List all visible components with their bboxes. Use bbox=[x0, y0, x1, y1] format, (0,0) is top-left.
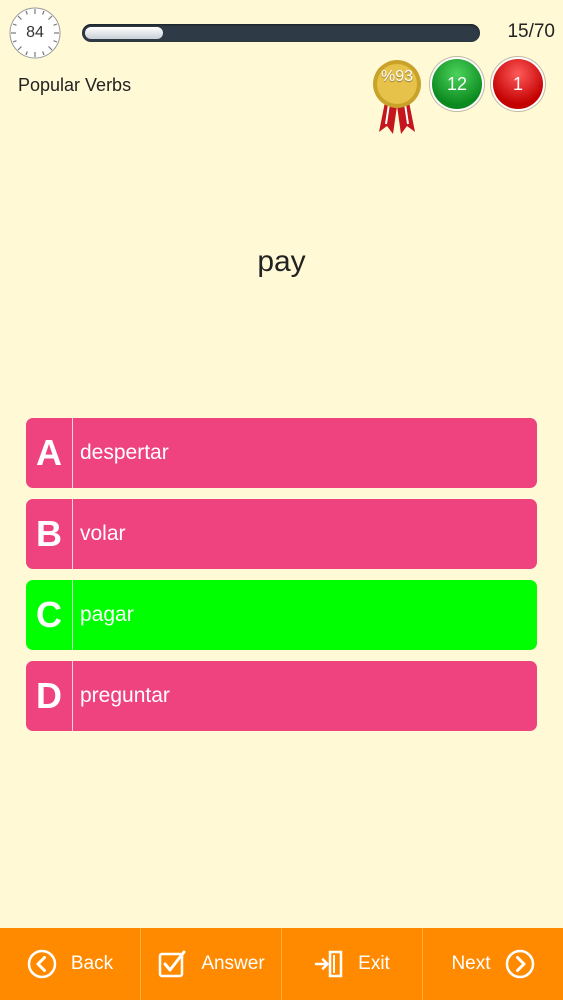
exit-door-icon bbox=[314, 950, 343, 978]
progress-bar bbox=[82, 24, 480, 42]
option-text: volar bbox=[80, 522, 126, 545]
option-divider bbox=[72, 580, 73, 650]
correct-count-badge: 12 bbox=[432, 59, 482, 109]
option-text: pagar bbox=[80, 603, 134, 626]
option-divider bbox=[72, 418, 73, 488]
chevron-left-circle-icon bbox=[27, 949, 57, 979]
score-medal: %93 bbox=[367, 58, 427, 136]
next-label: Next bbox=[451, 953, 491, 974]
question-word: pay bbox=[257, 245, 306, 278]
bottom-toolbar: Back Answer Exit Next bbox=[0, 928, 563, 1000]
option-text: despertar bbox=[80, 441, 169, 464]
progress-fill bbox=[85, 27, 163, 39]
option-c[interactable]: C pagar bbox=[26, 580, 537, 650]
answer-button[interactable]: Answer bbox=[141, 928, 282, 1000]
timer-value: 84 bbox=[26, 24, 44, 41]
option-text: preguntar bbox=[80, 684, 170, 707]
option-letter: C bbox=[36, 594, 62, 635]
score-percent: %93 bbox=[380, 68, 414, 85]
answer-label: Answer bbox=[201, 953, 265, 974]
option-divider bbox=[72, 499, 73, 569]
option-letter: B bbox=[36, 513, 62, 554]
exit-button[interactable]: Exit bbox=[282, 928, 423, 1000]
next-button[interactable]: Next bbox=[423, 928, 563, 1000]
timer: 84 bbox=[8, 6, 62, 60]
back-label: Back bbox=[70, 953, 114, 974]
question-counter: 15/70 bbox=[507, 21, 555, 42]
back-button[interactable]: Back bbox=[0, 928, 141, 1000]
option-letter: A bbox=[36, 432, 62, 473]
category-title: Popular Verbs bbox=[18, 75, 132, 95]
option-d[interactable]: D preguntar bbox=[26, 661, 537, 731]
chevron-right-circle-icon bbox=[505, 949, 534, 979]
option-a[interactable]: A despertar bbox=[26, 418, 537, 488]
option-b[interactable]: B volar bbox=[26, 499, 537, 569]
checkbox-icon bbox=[159, 950, 186, 978]
exit-label: Exit bbox=[358, 953, 390, 974]
wrong-count-badge: 1 bbox=[493, 59, 543, 109]
option-letter: D bbox=[36, 675, 62, 716]
option-divider bbox=[72, 661, 73, 731]
